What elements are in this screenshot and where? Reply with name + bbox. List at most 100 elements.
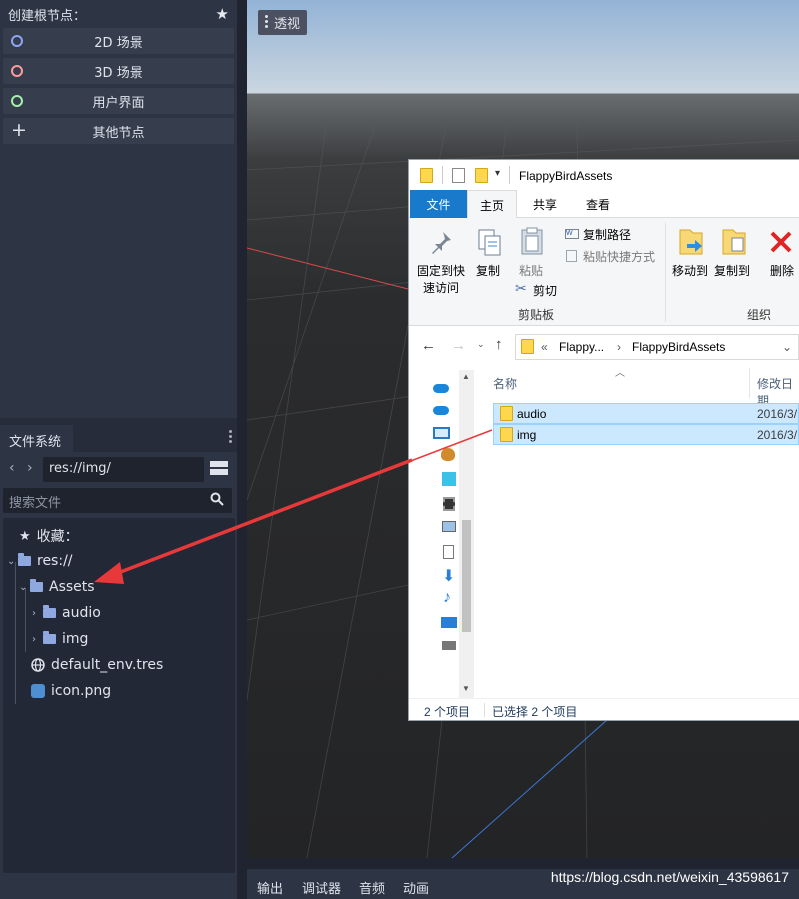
music-note-icon[interactable]: ♪ [443, 589, 451, 607]
paste-button[interactable]: 粘贴 [515, 262, 547, 279]
folder-icon [43, 631, 56, 644]
copy-to-button[interactable]: 复制到 [713, 262, 751, 279]
copy-button[interactable]: 复制 [473, 262, 503, 279]
delete-button[interactable]: 删除 [764, 262, 799, 279]
chevron-down-icon[interactable]: ⌄ [782, 340, 792, 354]
3d-objects-icon[interactable] [442, 472, 456, 486]
other-node-label: 其他节点 [92, 125, 145, 141]
tab-filesystem[interactable]: 文件系统 [0, 425, 73, 452]
tab-audio[interactable]: 音频 [359, 878, 385, 897]
properties-icon[interactable] [452, 168, 465, 183]
nav-pane-scrollbar[interactable]: ▲ ▼ [459, 370, 474, 698]
scrollbar-thumb[interactable] [462, 520, 471, 632]
cloud-icon[interactable] [433, 406, 449, 415]
tab-home[interactable]: 主页 [467, 190, 517, 219]
cut-button[interactable]: 剪切 [533, 282, 557, 299]
forward-arrow-icon[interactable]: › [27, 460, 33, 476]
folder-icon [500, 406, 513, 421]
back-arrow-icon[interactable]: ← [421, 337, 436, 354]
breadcrumb-current[interactable]: FlappyBirdAssets [632, 340, 725, 354]
chevron-down-icon[interactable]: ⌄ [19, 582, 30, 593]
pin-label-line1: 固定到快 [416, 264, 465, 278]
documents-icon[interactable] [443, 545, 454, 559]
perspective-button[interactable]: 透视 [258, 10, 308, 35]
computer-icon[interactable] [433, 427, 450, 439]
scroll-up-icon[interactable]: ▲ [462, 372, 470, 381]
path-input[interactable]: res://img/ [43, 457, 204, 482]
tab-file[interactable]: 文件 [410, 190, 467, 218]
ribbon-tabs: 文件 主页 共享 查看 [409, 190, 799, 219]
drive-icon[interactable] [442, 641, 456, 650]
forward-arrow-icon[interactable]: → [451, 337, 466, 354]
onedrive-icon[interactable] [433, 384, 449, 393]
tree-item-audio[interactable]: › audio [32, 601, 101, 625]
file-explorer-window[interactable]: ▾ FlappyBirdAssets 文件 主页 共享 查看 固定到快 速访问 … [409, 160, 799, 720]
search-files-input[interactable]: 搜索文件 [3, 488, 232, 513]
perspective-label: 透视 [274, 17, 301, 32]
star-icon: ★ [19, 528, 31, 544]
tree-item-favorites[interactable]: ★ 收藏： [19, 524, 79, 548]
explorer-titlebar[interactable]: ▾ FlappyBirdAssets [409, 160, 799, 190]
chevron-down-icon[interactable]: ⌄ [477, 339, 485, 350]
new-folder-icon[interactable] [475, 168, 488, 183]
video-icon[interactable] [443, 497, 455, 511]
copy-path-button[interactable]: 复制路径 [583, 226, 631, 243]
tree-item-assets[interactable]: ⌄ Assets [19, 575, 95, 599]
breadcrumb-separator: › [617, 340, 621, 354]
other-node-button[interactable]: + 其他节点 [3, 118, 234, 144]
downloads-arrow-icon[interactable]: ⬇ [442, 566, 455, 586]
divider [442, 166, 443, 184]
divider [509, 166, 510, 184]
tab-view[interactable]: 查看 [575, 190, 621, 218]
acorn-icon[interactable] [441, 448, 455, 461]
pictures-icon[interactable] [442, 521, 456, 532]
folder-icon [521, 339, 534, 354]
img-label: img [62, 631, 89, 647]
split-mode-icon[interactable] [210, 461, 228, 477]
back-arrow-icon[interactable]: ‹ [9, 460, 15, 476]
organize-group-label: 组织 [747, 308, 772, 322]
scroll-down-icon[interactable]: ▼ [462, 684, 470, 693]
favorites-label: 收藏： [36, 529, 79, 545]
audio-label: audio [62, 605, 101, 621]
tab-animation[interactable]: 动画 [403, 878, 429, 897]
pin-label-line2: 速访问 [422, 281, 459, 295]
dock-menu-icon[interactable] [229, 430, 232, 445]
tree-item-default-env[interactable]: default_env.tres [31, 653, 163, 677]
chevron-right-icon[interactable]: › [32, 608, 43, 619]
user-interface-button[interactable]: 用户界面 [3, 88, 234, 114]
2d-scene-button[interactable]: 2D 场景 [3, 28, 234, 54]
pin-quick-access-button[interactable]: 固定到快 速访问 [415, 262, 467, 296]
file-row-img[interactable]: img 2016/3/ [493, 424, 799, 445]
desktop-icon[interactable] [441, 617, 457, 628]
3d-scene-button[interactable]: 3D 场景 [3, 58, 234, 84]
tree-item-icon-png[interactable]: icon.png [31, 679, 111, 703]
tab-output[interactable]: 输出 [257, 878, 283, 897]
column-header-name[interactable]: 名称 [493, 375, 517, 392]
bottom-panel-bar: 输出 调试器 音频 动画 https://blog.csdn.net/weixi… [247, 869, 799, 899]
move-to-button[interactable]: 移动到 [671, 262, 709, 279]
item-count: 2 个项目 [424, 705, 471, 719]
chevron-right-icon[interactable]: › [32, 634, 43, 645]
breadcrumb-parent[interactable]: Flappy... [559, 340, 604, 354]
address-input[interactable]: « Flappy... › FlappyBirdAssets ⌄ [515, 334, 799, 360]
search-icon [210, 492, 224, 506]
tab-share[interactable]: 共享 [523, 190, 567, 218]
breadcrumb-more[interactable]: « [541, 340, 548, 354]
tree-item-img[interactable]: › img [32, 627, 88, 651]
up-arrow-icon[interactable]: ↑ [495, 336, 503, 353]
chevron-down-icon[interactable]: ▾ [495, 168, 500, 179]
column-separator[interactable] [749, 368, 750, 398]
address-bar-row: ← → ⌄ ↑ « Flappy... › FlappyBirdAssets ⌄ [409, 330, 799, 364]
file-row-audio[interactable]: audio 2016/3/ [493, 403, 799, 424]
paste-shortcut-button[interactable]: 粘贴快捷方式 [583, 248, 655, 265]
move-to-icon [679, 229, 703, 255]
navigation-pane: ⬇ ♪ ▲ ▼ [409, 370, 474, 698]
chevron-down-icon[interactable]: ⌄ [7, 556, 18, 567]
sort-up-icon[interactable]: ︿ [615, 364, 625, 379]
favorite-star-icon[interactable]: ★ [216, 5, 229, 23]
menu-dots-icon [265, 15, 268, 30]
tab-debugger[interactable]: 调试器 [302, 878, 341, 897]
tree-item-res[interactable]: ⌄ res:// [7, 549, 73, 573]
copy-path-icon: W [565, 229, 579, 239]
